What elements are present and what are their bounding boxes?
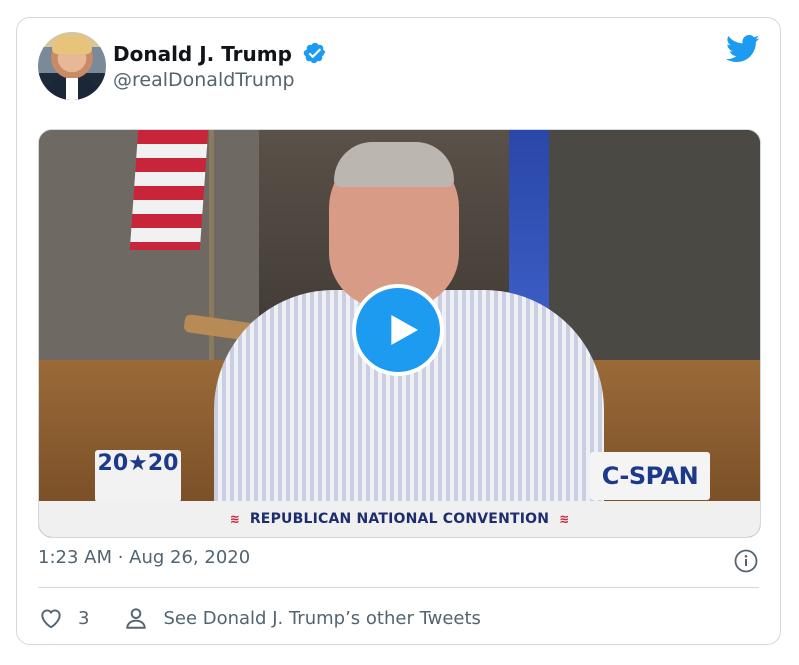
speaker-hair <box>334 142 454 187</box>
tweet-card: Donald J. Trump @realDonaldTrump 20★20 C… <box>16 17 781 645</box>
see-other-tweets-link[interactable]: See Donald J. Trump’s other Tweets <box>123 605 481 631</box>
author-name[interactable]: Donald J. Trump <box>113 42 292 66</box>
state-flag <box>509 130 549 310</box>
tweet-timestamp[interactable]: 1:23 AM · Aug 26, 2020 <box>38 547 250 568</box>
heart-icon <box>41 609 61 629</box>
info-icon[interactable] <box>734 549 758 573</box>
author-handle[interactable]: @realDonaldTrump <box>113 69 295 91</box>
twitter-bird-icon[interactable] <box>726 34 760 64</box>
flag-stripes-icon: ≋ <box>559 512 570 526</box>
play-icon <box>391 315 418 345</box>
verified-badge-icon <box>303 42 326 64</box>
us-flag <box>129 130 209 250</box>
avatar-hair <box>52 36 92 54</box>
video-player[interactable]: 20★20 C-SPAN ≋ REPUBLICAN NATIONAL CONVEN… <box>38 129 761 538</box>
avatar-shirt <box>66 78 78 100</box>
banner-text: REPUBLICAN NATIONAL CONVENTION <box>249 511 550 527</box>
person-icon <box>126 608 147 629</box>
like-button[interactable]: 3 <box>38 605 89 631</box>
like-count: 3 <box>78 607 90 629</box>
divider <box>38 587 759 588</box>
video-banner: ≋ REPUBLICAN NATIONAL CONVENTION ≋ <box>39 501 760 537</box>
flag-stripes-icon: ≋ <box>229 512 240 526</box>
avatar[interactable] <box>38 32 106 100</box>
flag-pole <box>209 130 214 380</box>
tweet-actions: 3 See Donald J. Trump’s other Tweets <box>38 603 481 633</box>
see-other-tweets-label: See Donald J. Trump’s other Tweets <box>163 607 481 629</box>
play-button[interactable] <box>352 284 444 376</box>
logo-cspan: C-SPAN <box>590 452 710 500</box>
logo-2020: 20★20 <box>95 450 181 502</box>
